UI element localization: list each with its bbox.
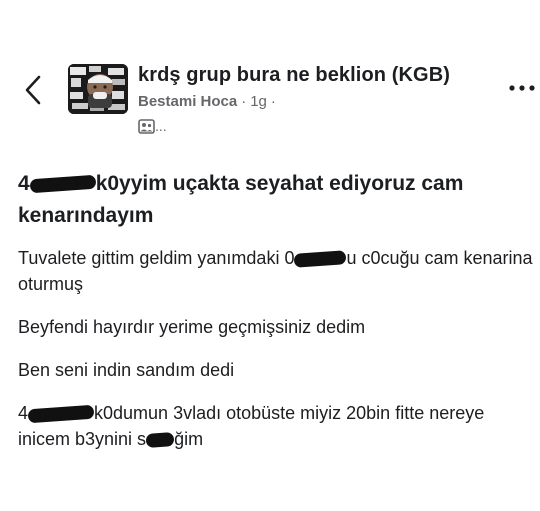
censor-bar xyxy=(294,250,347,269)
post-time[interactable]: 1g xyxy=(250,93,267,110)
author-name[interactable]: Bestami Hoca xyxy=(138,93,237,110)
group-name[interactable]: krdş grup bura ne beklion (KGB) xyxy=(138,64,450,87)
heading-text-start: 4 xyxy=(18,172,30,195)
audience-indicator[interactable]: ... xyxy=(138,118,167,134)
post-body: 4 k0yyim uçakta seyahat ediyoruz cam kena… xyxy=(18,168,533,469)
more-options-button[interactable] xyxy=(508,78,536,98)
paragraph-4-start: 4 xyxy=(18,403,29,423)
audience-more: ... xyxy=(155,118,167,134)
post-paragraph-2: Beyfendi hayırdır yerime geçmişsiniz ded… xyxy=(18,317,366,337)
post-paragraph-4: 4 k0dumun 3vladı otobüste miyiz 20bin fit… xyxy=(18,400,533,452)
post-paragraph-1: Tuvalete gittim geldim yanımdaki 0u c0cu… xyxy=(18,245,533,297)
back-button[interactable] xyxy=(22,74,46,106)
more-horizontal-icon xyxy=(509,85,535,91)
post-paragraph-3: Ben seni indin sandım dedi xyxy=(18,360,235,380)
post-meta: Bestami Hoca · 1g · xyxy=(138,93,280,110)
chevron-left-icon xyxy=(25,75,41,105)
censor-bar xyxy=(145,432,175,449)
censor-bar xyxy=(27,404,95,424)
paragraph-1-start: Tuvalete gittim geldim yanımdaki 0 xyxy=(18,248,295,268)
post-heading: 4 k0yyim uçakta seyahat ediyoruz cam kena… xyxy=(18,168,533,232)
group-avatar[interactable] xyxy=(68,64,128,114)
meta-dot: · xyxy=(270,93,276,110)
paragraph-4-end: ğim xyxy=(174,429,204,449)
censor-bar xyxy=(29,175,97,194)
group-audience-icon xyxy=(138,118,155,134)
post-header: krdş grup bura ne beklion (KGB) Bestami … xyxy=(0,58,540,138)
meta-separator: · xyxy=(241,93,247,110)
group-avatar-image xyxy=(68,64,128,114)
